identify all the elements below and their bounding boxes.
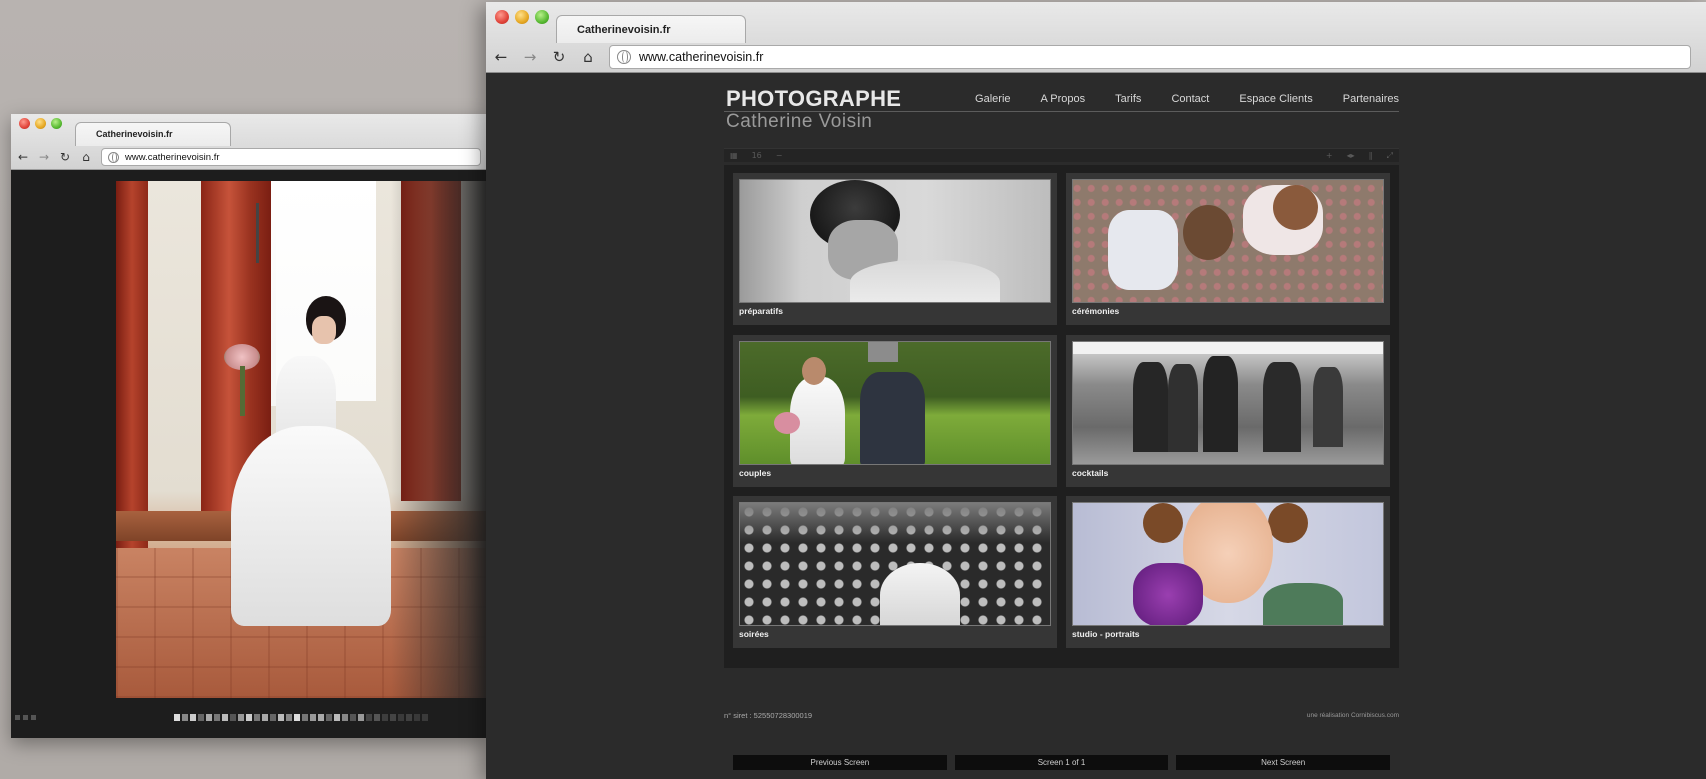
back-arrow-icon[interactable]: ← [493, 48, 509, 66]
nav-a-propos[interactable]: A Propos [1041, 93, 1086, 105]
forward-arrow-icon[interactable]: → [522, 48, 538, 66]
gallery-caption: cérémonies [1072, 306, 1120, 316]
reload-icon[interactable]: ↻ [59, 150, 71, 164]
thumbnail-list[interactable] [174, 713, 428, 721]
reload-icon[interactable]: ↻ [551, 48, 567, 66]
grid-view-icon[interactable]: ▦ [730, 151, 738, 160]
browser-toolbar: ← → ↻ ⌂ www.catherinevoisin.fr [486, 43, 1706, 71]
back-browser-window: Catherinevoisin.fr ← → ↻ ⌂ www.catherine… [11, 114, 486, 738]
previous-screen-button[interactable]: Previous Screen [733, 755, 947, 770]
plus-icon[interactable]: + [1326, 151, 1333, 161]
slideshow-icon[interactable]: ◂▸ [1347, 151, 1355, 161]
address-bar-url: www.catherinevoisin.fr [125, 151, 220, 163]
fullscreen-icon[interactable]: ⤢ [1387, 151, 1393, 161]
viewer-controls[interactable] [15, 714, 36, 720]
thumbnail-count: 16 [751, 151, 762, 160]
zoom-window-button[interactable] [535, 10, 549, 24]
minimize-window-button[interactable] [35, 118, 46, 129]
footer-credit-link[interactable]: une réalisation Cornibiscus.com [1307, 712, 1399, 719]
minimize-window-button[interactable] [515, 10, 529, 24]
close-window-button[interactable] [19, 118, 30, 129]
browser-toolbar: ← → ↻ ⌂ www.catherinevoisin.fr [11, 146, 486, 168]
address-bar[interactable]: www.catherinevoisin.fr [609, 45, 1691, 69]
gallery-card-ceremonies[interactable]: cérémonies [1066, 173, 1390, 325]
home-icon[interactable]: ⌂ [580, 48, 596, 66]
main-nav: Galerie A Propos Tarifs Contact Espace C… [975, 93, 1399, 105]
tab-title: Catherinevoisin.fr [96, 129, 173, 139]
screen-status: Screen 1 of 1 [954, 755, 1169, 770]
forward-arrow-icon[interactable]: → [38, 150, 50, 164]
gallery-pager: Previous Screen Screen 1 of 1 Next Scree… [733, 755, 1391, 770]
bride-photo[interactable] [116, 181, 486, 698]
window-controls [495, 10, 549, 24]
browser-tab[interactable]: Catherinevoisin.fr [556, 15, 746, 43]
gallery-caption: studio - portraits [1072, 629, 1140, 639]
front-browser-window: Catherinevoisin.fr ← → ↻ ⌂ www.catherine… [486, 2, 1706, 779]
gallery-card-couples[interactable]: couples [733, 335, 1057, 487]
photo-viewer-page [11, 170, 486, 738]
nav-galerie[interactable]: Galerie [975, 93, 1010, 105]
zoom-window-button[interactable] [51, 118, 62, 129]
gallery-image [1072, 341, 1384, 465]
back-arrow-icon[interactable]: ← [17, 150, 29, 164]
gallery-card-soirees[interactable]: soirées [733, 496, 1057, 648]
thumbnail-strip [11, 710, 486, 724]
gallery-caption: couples [739, 468, 772, 478]
tab-title: Catherinevoisin.fr [577, 24, 671, 36]
minus-icon[interactable]: − [776, 151, 783, 160]
gallery-image [739, 502, 1051, 626]
gallery-card-cocktails[interactable]: cocktails [1066, 335, 1390, 487]
browser-chrome: Catherinevoisin.fr ← → ↻ ⌂ www.catherine… [486, 2, 1706, 73]
site-logo-subtitle: Catherine Voisin [726, 111, 873, 132]
gallery-image [1072, 179, 1384, 303]
gallery-image [739, 179, 1051, 303]
gallery-caption: cocktails [1072, 468, 1109, 478]
website-page: PHOTOGRAPHE Catherine Voisin Galerie A P… [486, 73, 1706, 779]
gallery-caption: préparatifs [739, 306, 783, 316]
nav-espace-clients[interactable]: Espace Clients [1239, 93, 1312, 105]
browser-tab[interactable]: Catherinevoisin.fr [75, 122, 231, 146]
site-logo[interactable]: PHOTOGRAPHE [726, 86, 901, 112]
nav-tarifs[interactable]: Tarifs [1115, 93, 1141, 105]
next-screen-button[interactable]: Next Screen [1176, 755, 1391, 770]
browser-chrome: Catherinevoisin.fr ← → ↻ ⌂ www.catherine… [11, 114, 486, 170]
window-controls [19, 118, 62, 129]
home-icon[interactable]: ⌂ [80, 150, 92, 164]
nav-contact[interactable]: Contact [1171, 93, 1209, 105]
footer-siret: n° siret : 52550728300019 [724, 711, 813, 720]
address-bar-url: www.catherinevoisin.fr [639, 50, 764, 64]
gallery-image [1072, 502, 1384, 626]
globe-icon [617, 50, 631, 64]
gallery-card-studio-portraits[interactable]: studio - portraits [1066, 496, 1390, 648]
close-window-button[interactable] [495, 10, 509, 24]
globe-icon [108, 151, 119, 163]
gallery-toolbar: ▦ 16 − + ◂▸ ∥ ⤢ [724, 148, 1399, 162]
gallery-image [739, 341, 1051, 465]
gallery-card-preparatifs[interactable]: préparatifs [733, 173, 1057, 325]
address-bar[interactable]: www.catherinevoisin.fr [101, 148, 481, 166]
gallery-caption: soirées [739, 629, 769, 639]
nav-partenaires[interactable]: Partenaires [1343, 93, 1399, 105]
pause-icon[interactable]: ∥ [1369, 151, 1373, 161]
gallery-grid: préparatifs cérémonies couples cocktails… [724, 165, 1399, 770]
